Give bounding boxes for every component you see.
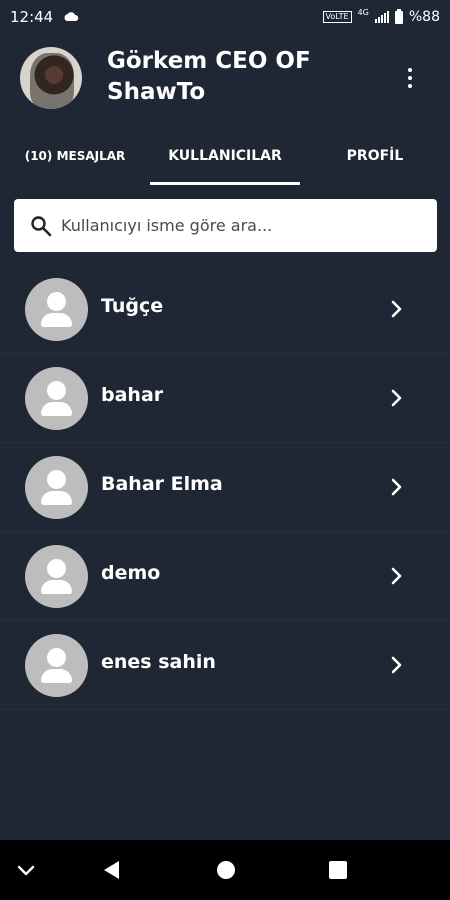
battery-icon [394,8,403,24]
recents-icon[interactable] [326,858,350,882]
chevron-right-icon [391,656,402,674]
page-title: Görkem CEO OF ShawTo [107,48,311,105]
volte-badge: VoLTE [322,11,352,23]
battery-percent: %88 [408,9,440,25]
user-list-item[interactable]: Bahar Elma [0,443,450,532]
tab-indicator [150,182,300,185]
system-nav-bar [0,840,450,900]
tab-bar: (10) MESAJLAR KULLANICILAR PROFİL [0,128,450,188]
user-name: demo [101,562,161,584]
search-bar[interactable] [14,199,437,252]
avatar-placeholder [25,634,88,697]
app-header: Görkem CEO OF ShawTo [0,34,450,126]
user-list-item[interactable]: enes sahin [0,621,450,710]
signal-icon [374,11,389,23]
chevron-right-icon [391,300,402,318]
avatar-placeholder [25,278,88,341]
profile-avatar[interactable] [20,47,82,109]
status-time: 12:44 [10,8,54,26]
user-name: Tuğçe [101,295,164,317]
status-right: VoLTE 4G %88 [322,8,440,25]
tab-messages[interactable]: (10) MESAJLAR [0,128,150,184]
user-list-item[interactable]: Tuğçe [0,265,450,354]
more-vert-icon[interactable] [398,64,422,92]
user-name: enes sahin [101,651,216,673]
cloud-icon [64,12,79,21]
tab-profile[interactable]: PROFİL [300,128,450,184]
user-name: bahar [101,384,164,406]
status-left: 12:44 [10,8,79,26]
search-icon [31,215,52,236]
home-icon[interactable] [214,858,238,882]
chevron-right-icon [391,389,402,407]
tab-users[interactable]: KULLANICILAR [150,128,300,184]
back-icon[interactable] [100,858,124,882]
user-list-item[interactable]: demo [0,532,450,621]
user-name: Bahar Elma [101,473,223,495]
status-bar: 12:44 VoLTE 4G %88 [0,0,450,34]
chevron-down-icon[interactable] [14,858,38,882]
network-type: 4G [357,8,369,17]
avatar-placeholder [25,456,88,519]
chevron-right-icon [391,567,402,585]
chevron-right-icon [391,478,402,496]
avatar-placeholder [25,367,88,430]
user-list-item[interactable]: bahar [0,354,450,443]
user-list: Tuğçe bahar Bahar Elma demo enes sahin [0,265,450,710]
avatar-placeholder [25,545,88,608]
search-input[interactable] [61,216,437,235]
